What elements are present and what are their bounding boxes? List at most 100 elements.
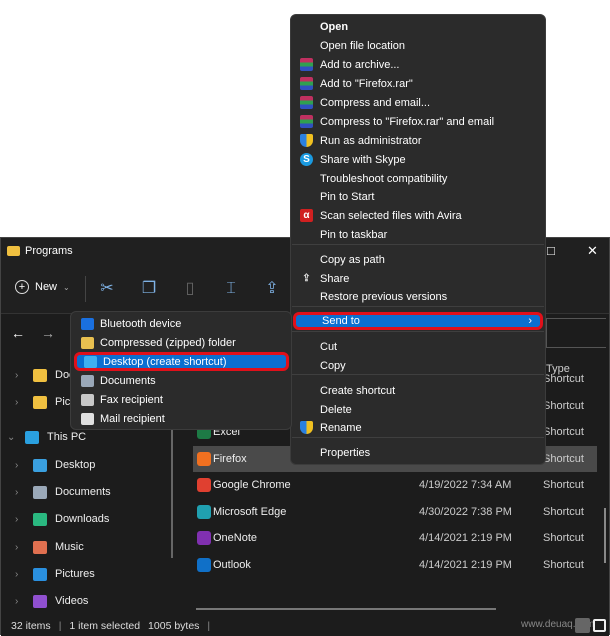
mail-recipient-icon — [81, 412, 94, 425]
close-button[interactable]: ✕ — [587, 243, 598, 259]
menu-item-label: Create shortcut — [320, 384, 396, 397]
nav-item-this-pc[interactable]: ⌄ This PC — [7, 427, 86, 447]
nav-item-downloads[interactable]: › Downloads — [15, 509, 109, 529]
chevron-right-icon[interactable]: › — [15, 370, 25, 381]
menu-item-label: Cut — [320, 340, 338, 353]
menu-item-open[interactable]: Open — [291, 17, 545, 36]
bluetooth-device-icon — [81, 317, 94, 330]
send-to-documents[interactable]: Documents — [71, 371, 291, 390]
menu-item-share-with-skype[interactable]: S Share with Skype — [291, 150, 545, 169]
nav-item-label: Downloads — [55, 513, 110, 525]
nav-item-pictures[interactable]: › Pictures — [15, 564, 95, 584]
menu-item-open-file-location[interactable]: Open file location — [291, 36, 545, 55]
nav-item-music[interactable]: › Music — [15, 537, 84, 557]
menu-item-scan-selected-files-with-avira[interactable]: α Scan selected files with Avira — [291, 206, 545, 225]
maximize-button[interactable]: □ — [547, 243, 555, 258]
menu-item-label: Copy — [320, 359, 346, 372]
details-view-button[interactable] — [575, 618, 590, 633]
paste-icon[interactable]: ▯ — [179, 278, 201, 300]
file-name: Outlook — [213, 559, 251, 571]
file-row[interactable]: OneNote 4/14/2021 2:19 PM Shortcut — [193, 525, 597, 551]
menu-item-add-to-archive[interactable]: Add to archive... — [291, 55, 545, 74]
chevron-down-icon[interactable]: ⌄ — [7, 432, 17, 443]
file-row[interactable]: Microsoft Edge 4/30/2022 7:38 PM Shortcu… — [193, 499, 597, 525]
menu-item-label: Delete — [320, 403, 352, 416]
nav-item-label: Documents — [55, 486, 111, 498]
menu-item-label: Compress and email... — [320, 96, 431, 109]
firefox-icon — [197, 452, 211, 466]
chevron-right-icon[interactable]: › — [15, 460, 25, 471]
chevron-right-icon[interactable]: › — [15, 596, 25, 607]
selection-size: 1005 bytes — [148, 620, 200, 632]
new-label: New — [35, 281, 58, 293]
horizontal-scrollbar[interactable] — [196, 608, 496, 610]
menu-item-troubleshoot-compatibility[interactable]: Troubleshoot compatibility — [291, 169, 545, 188]
file-date: 4/14/2021 2:19 PM — [419, 559, 512, 571]
menu-item-label: Scan selected files with Avira — [320, 209, 462, 222]
nav-item-documents[interactable]: › Documents — [15, 482, 111, 502]
menu-item-rename[interactable]: Rename — [291, 418, 545, 437]
menu-item-properties[interactable]: Properties — [291, 443, 545, 462]
menu-item-create-shortcut[interactable]: Create shortcut — [291, 381, 545, 400]
menu-item-add-to-firefox-rar[interactable]: Add to "Firefox.rar" — [291, 74, 545, 93]
forward-arrow-icon[interactable]: → — [41, 325, 55, 341]
chevron-right-icon[interactable]: › — [15, 514, 25, 525]
tiles-view-button[interactable] — [593, 619, 606, 632]
share-icon[interactable]: ⇪ — [261, 278, 283, 300]
chevron-right-icon[interactable]: › — [15, 542, 25, 553]
send-to-compressed-zipped-folder[interactable]: Compressed (zipped) folder — [71, 333, 291, 352]
back-arrow-icon[interactable]: ← — [11, 325, 25, 341]
menu-item-restore-previous-versions[interactable]: Restore previous versions — [291, 287, 545, 306]
file-name: OneNote — [213, 532, 258, 544]
nav-item-label: Desktop — [55, 459, 96, 471]
winrar-icon — [300, 77, 313, 90]
vertical-scrollbar[interactable] — [604, 508, 606, 563]
google-chrome-icon — [197, 478, 211, 492]
menu-separator — [292, 244, 544, 245]
menu-item-copy-as-path[interactable]: Copy as path — [291, 250, 545, 269]
new-button[interactable]: + New ⌄ — [15, 280, 70, 294]
cut-icon[interactable]: ✂ — [96, 278, 118, 300]
rename-icon[interactable]: ⌶ — [220, 278, 242, 300]
file-row[interactable]: Google Chrome 4/19/2022 7:34 AM Shortcut — [193, 472, 597, 498]
nav-item-label: Videos — [55, 595, 89, 607]
menu-item-label: Run as administrator — [320, 134, 422, 147]
menu-item-label: Add to archive... — [320, 58, 400, 71]
menu-item-label: Open file location — [320, 39, 405, 52]
menu-item-pin-to-start[interactable]: Pin to Start — [291, 187, 545, 206]
search-box[interactable] — [546, 318, 606, 348]
skype-icon: S — [300, 153, 313, 166]
chevron-right-icon[interactable]: › — [15, 487, 25, 498]
menu-item-cut[interactable]: Cut — [291, 337, 545, 356]
nav-item-desktop[interactable]: › Desktop — [15, 455, 95, 475]
menu-item-compress-to-firefox-rar-and-email[interactable]: Compress to "Firefox.rar" and email — [291, 112, 545, 131]
nav-item-label: Music — [55, 541, 84, 553]
file-date: 4/14/2021 2:19 PM — [419, 532, 512, 544]
menu-item-label: Compressed (zipped) folder — [100, 336, 236, 349]
menu-item-run-as-administrator[interactable]: Run as administrator — [291, 131, 545, 150]
copy-icon[interactable]: ❐ — [138, 278, 160, 300]
pictures-icon — [33, 395, 47, 409]
menu-item-compress-and-email[interactable]: Compress and email... — [291, 93, 545, 112]
menu-item-delete[interactable]: Delete — [291, 400, 545, 419]
menu-item-share[interactable]: ⇪ Share — [291, 269, 545, 288]
menu-item-send-to[interactable]: Send to › — [293, 312, 543, 330]
menu-item-label: Bluetooth device — [100, 317, 182, 330]
file-row[interactable]: Outlook 4/14/2021 2:19 PM Shortcut — [193, 552, 597, 578]
send-to-mail-recipient[interactable]: Mail recipient — [71, 409, 291, 428]
selection-count: 1 item selected — [69, 620, 141, 632]
chevron-right-icon[interactable]: › — [15, 397, 25, 408]
winrar-icon — [300, 96, 313, 109]
send-to-desktop-create-shortcut[interactable]: Desktop (create shortcut) — [74, 352, 289, 371]
nav-scrollbar[interactable] — [171, 428, 173, 558]
send-to-bluetooth-device[interactable]: Bluetooth device — [71, 314, 291, 333]
menu-item-label: Pin to taskbar — [320, 228, 388, 241]
menu-item-copy[interactable]: Copy — [291, 356, 545, 375]
file-name: Firefox — [213, 453, 247, 465]
nav-item-videos[interactable]: › Videos — [15, 591, 88, 611]
send-to-fax-recipient[interactable]: Fax recipient — [71, 390, 291, 409]
window-title: Programs — [25, 245, 73, 257]
menu-item-pin-to-taskbar[interactable]: Pin to taskbar — [291, 225, 545, 244]
chevron-right-icon[interactable]: › — [15, 569, 25, 580]
shield-icon — [300, 421, 313, 434]
